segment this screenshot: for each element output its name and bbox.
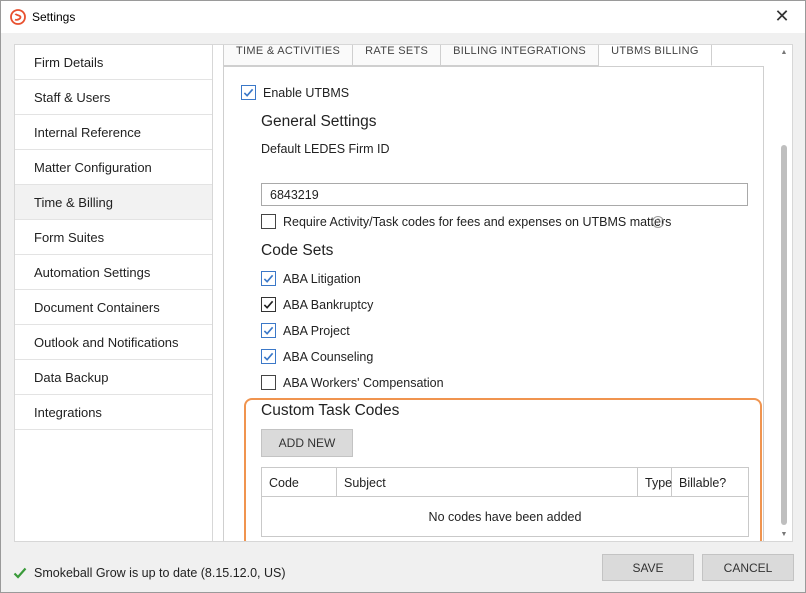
sidebar-item-form-suites[interactable]: Form Suites — [15, 220, 212, 255]
scroll-down-icon[interactable]: ▼ — [780, 531, 788, 539]
code-set-aba-bankruptcy-checkbox[interactable] — [261, 297, 276, 312]
sidebar-item-label: Form Suites — [34, 229, 105, 245]
settings-tabs: TIME & ACTIVITIES RATE SETS BILLING INTE… — [223, 45, 712, 66]
tab-panel: Enable UTBMS General Settings Default LE… — [223, 66, 764, 541]
code-sets-heading: Code Sets — [261, 242, 334, 259]
sidebar-item-label: Integrations — [34, 404, 102, 420]
smokeball-logo-icon — [10, 9, 26, 25]
column-header-billable[interactable]: Billable? — [672, 468, 748, 497]
firm-id-label: Default LEDES Firm ID — [261, 142, 390, 156]
sidebar-item-integrations[interactable]: Integrations — [15, 395, 212, 430]
enable-utbms-checkbox[interactable] — [241, 85, 256, 100]
scroll-up-icon[interactable]: ▲ — [780, 49, 788, 57]
code-set-aba-project-checkbox[interactable] — [261, 323, 276, 338]
sidebar-item-automation-settings[interactable]: Automation Settings — [15, 255, 212, 290]
sidebar-item-label: Automation Settings — [34, 264, 151, 280]
checkmark-icon — [263, 352, 274, 361]
code-set-label: ABA Bankruptcy — [283, 298, 374, 312]
title-bar: Settings ✕ — [1, 1, 805, 33]
window-title: Settings — [32, 10, 76, 24]
sidebar-item-label: Document Containers — [34, 299, 160, 315]
table-header: Code Subject Type Billable? — [262, 468, 748, 497]
checkmark-icon — [263, 274, 274, 283]
sidebar-item-firm-details[interactable]: Firm Details — [15, 45, 212, 80]
settings-sidebar: Firm Details Staff & Users Internal Refe… — [14, 44, 213, 542]
firm-id-input[interactable] — [261, 183, 748, 206]
checkmark-icon — [243, 88, 254, 97]
sidebar-item-label: Firm Details — [34, 54, 104, 70]
scrollbar-thumb[interactable] — [781, 145, 787, 525]
help-icon[interactable]: ? — [652, 216, 664, 228]
save-button[interactable]: SAVE — [602, 554, 694, 581]
code-set-aba-workers-comp-checkbox[interactable] — [261, 375, 276, 390]
enable-utbms-label: Enable UTBMS — [263, 86, 350, 100]
tab-utbms-billing[interactable]: UTBMS BILLING — [599, 45, 712, 66]
code-set-aba-litigation-checkbox[interactable] — [261, 271, 276, 286]
checkmark-icon — [263, 326, 274, 335]
cancel-button[interactable]: CANCEL — [702, 554, 794, 581]
sidebar-item-internal-reference[interactable]: Internal Reference — [15, 115, 212, 150]
status-text: Smokeball Grow is up to date (8.15.12.0,… — [34, 566, 286, 580]
sidebar-item-label: Data Backup — [34, 369, 109, 385]
empty-table-message: No codes have been added — [428, 510, 582, 524]
add-new-button[interactable]: ADD NEW — [261, 429, 353, 457]
sidebar-item-data-backup[interactable]: Data Backup — [15, 360, 212, 395]
code-set-aba-counseling-checkbox[interactable] — [261, 349, 276, 364]
code-set-label: ABA Workers' Compensation — [283, 376, 444, 390]
sidebar-item-staff-users[interactable]: Staff & Users — [15, 80, 212, 115]
column-header-code[interactable]: Code — [262, 468, 337, 497]
tab-rate-sets[interactable]: RATE SETS — [353, 45, 442, 66]
sidebar-item-outlook-notifications[interactable]: Outlook and Notifications — [15, 325, 212, 360]
custom-codes-heading: Custom Task Codes — [261, 402, 400, 419]
update-status: Smokeball Grow is up to date (8.15.12.0,… — [13, 566, 286, 580]
sidebar-item-matter-configuration[interactable]: Matter Configuration — [15, 150, 212, 185]
sidebar-item-label: Outlook and Notifications — [34, 334, 179, 350]
general-settings-heading: General Settings — [261, 113, 377, 130]
success-check-icon — [13, 567, 27, 579]
checkmark-icon — [263, 300, 274, 309]
sidebar-item-time-billing[interactable]: Time & Billing — [15, 185, 212, 220]
settings-content: Enable UTBMS General Settings Default LE… — [213, 44, 793, 542]
code-set-label: ABA Project — [283, 324, 350, 338]
code-set-label: ABA Litigation — [283, 272, 361, 286]
sidebar-item-label: Internal Reference — [34, 124, 141, 140]
tab-time-activities[interactable]: TIME & ACTIVITIES — [223, 45, 354, 66]
settings-window: Settings ✕ Firm Details Staff & Users In… — [0, 0, 806, 593]
require-codes-checkbox[interactable] — [261, 214, 276, 229]
column-header-subject[interactable]: Subject — [337, 468, 638, 497]
code-set-label: ABA Counseling — [283, 350, 374, 364]
tab-billing-integrations[interactable]: BILLING INTEGRATIONS — [441, 45, 600, 66]
column-header-type[interactable]: Type — [638, 468, 672, 497]
custom-codes-table: Code Subject Type Billable? No codes hav… — [261, 467, 749, 537]
close-icon: ✕ — [774, 6, 790, 26]
require-codes-label: Require Activity/Task codes for fees and… — [283, 215, 672, 229]
sidebar-item-label: Time & Billing — [34, 194, 113, 210]
sidebar-item-label: Staff & Users — [34, 89, 111, 105]
sidebar-item-label: Matter Configuration — [34, 159, 152, 175]
sidebar-item-document-containers[interactable]: Document Containers — [15, 290, 212, 325]
close-button[interactable]: ✕ — [759, 1, 805, 32]
